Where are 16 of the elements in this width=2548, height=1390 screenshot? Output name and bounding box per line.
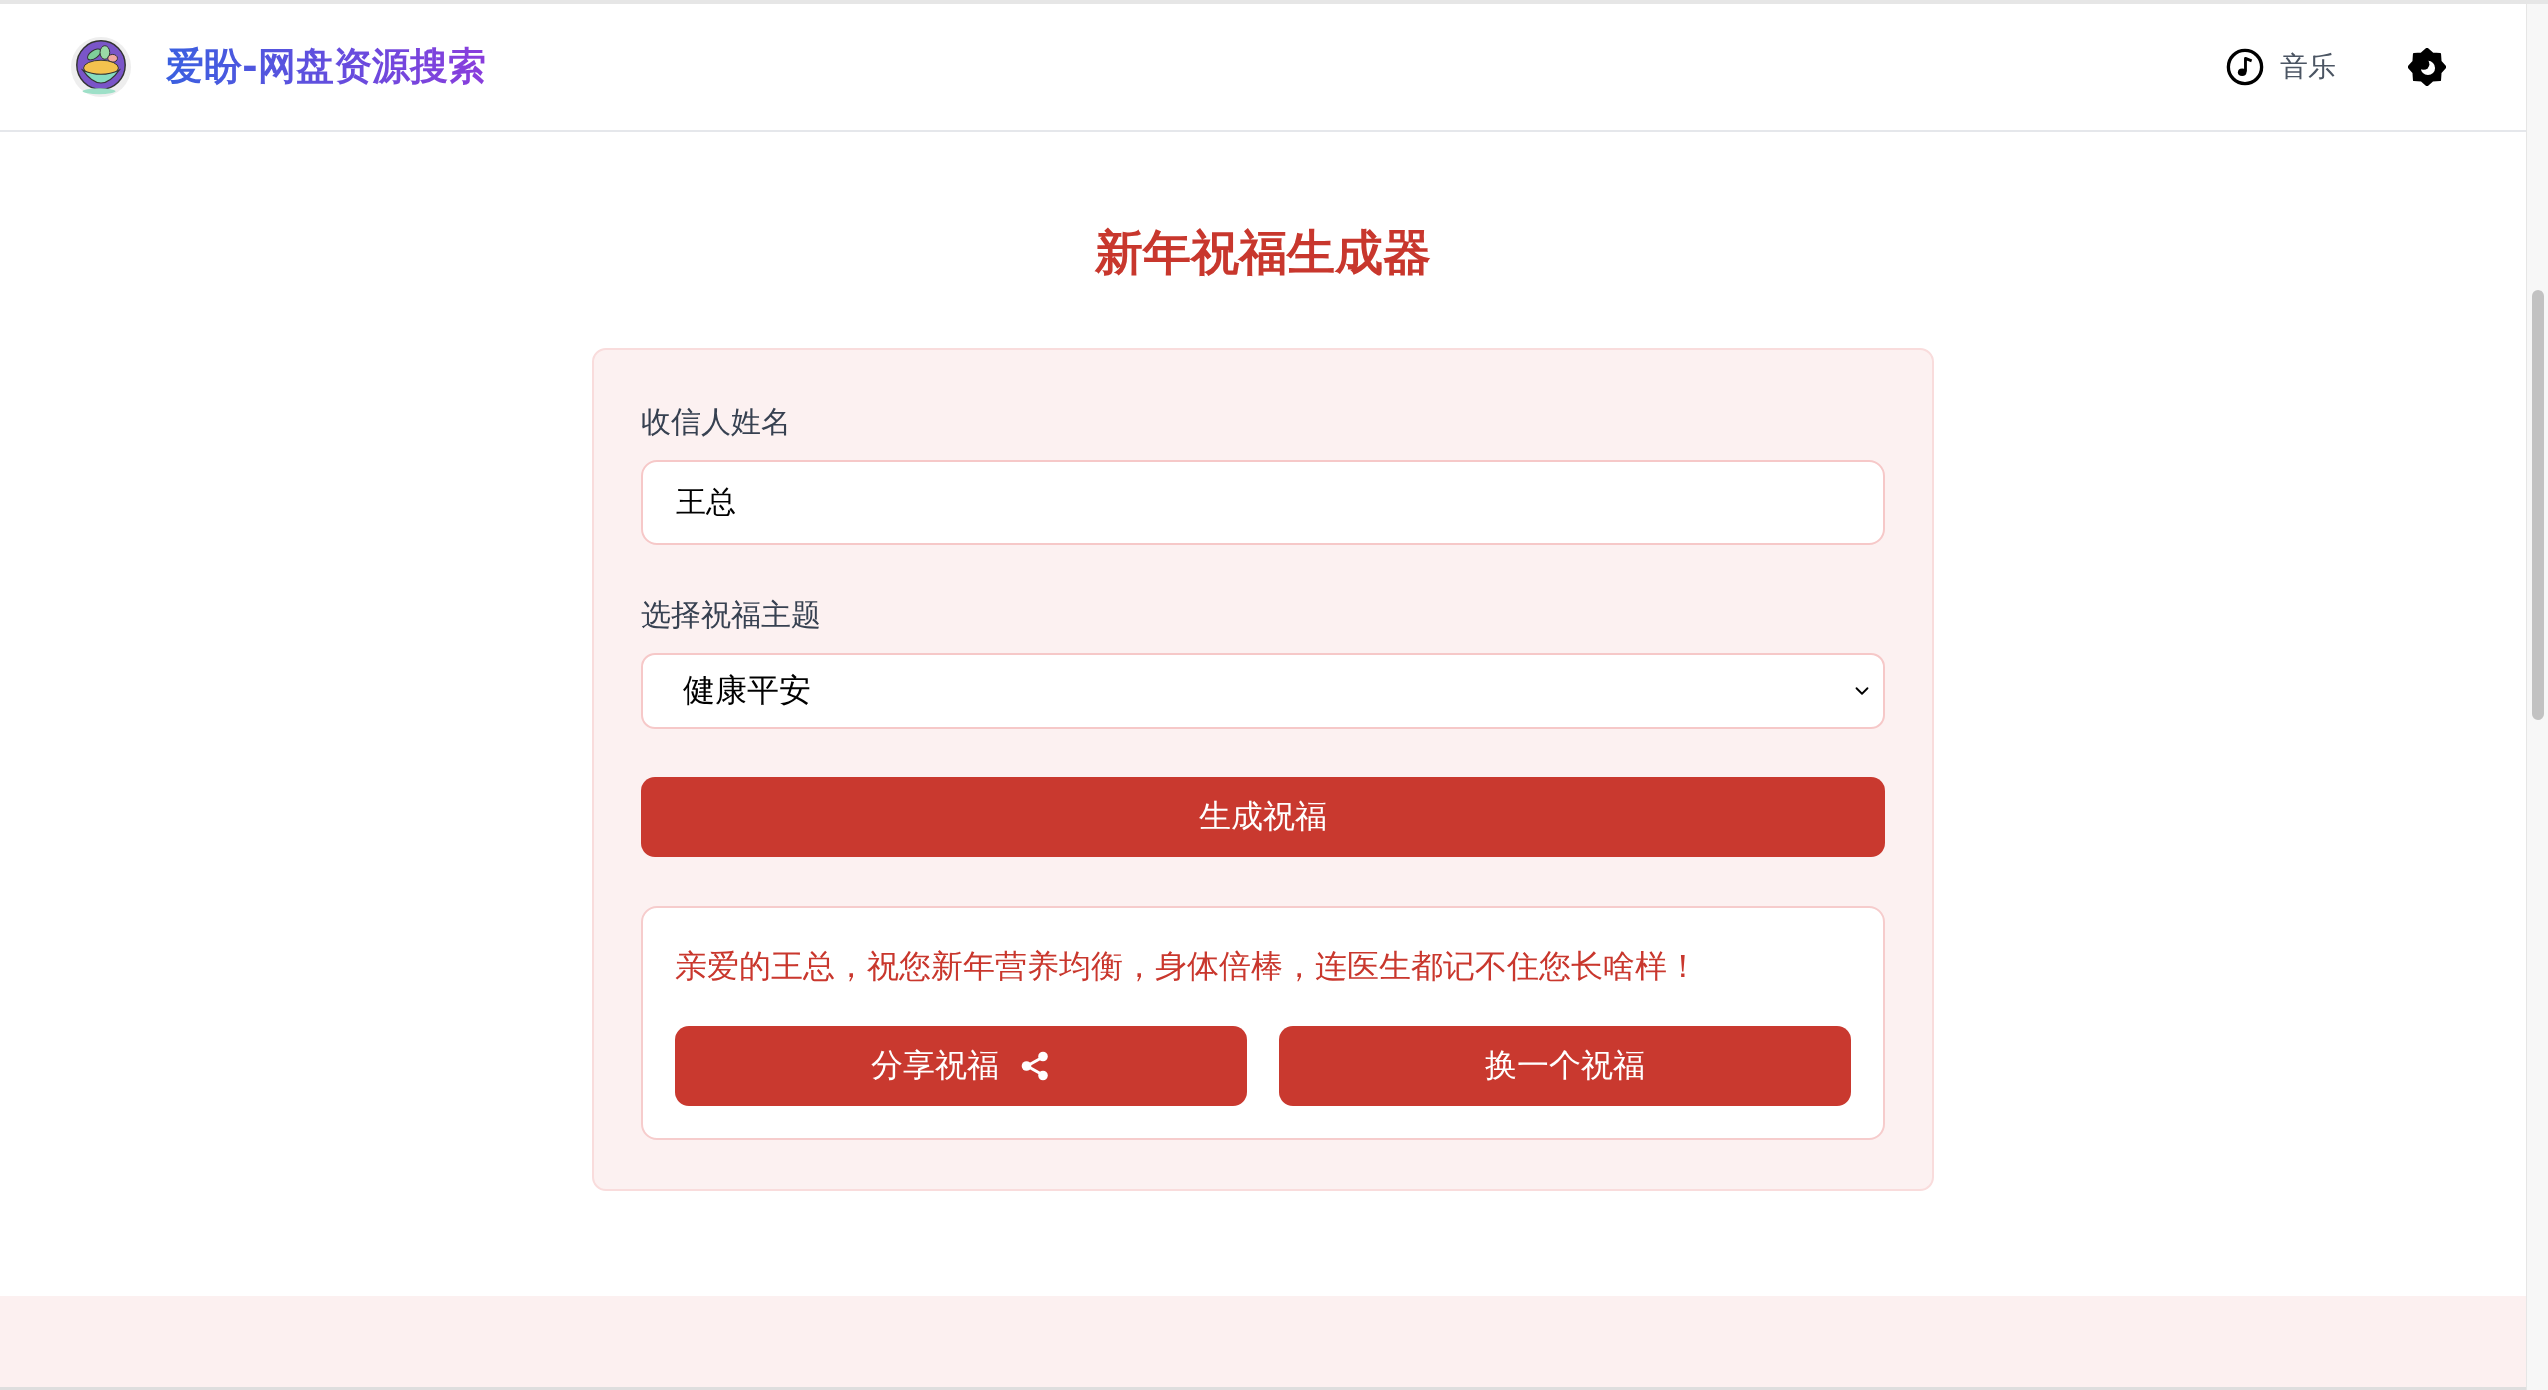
settings-icon[interactable] [2408, 48, 2446, 86]
scrollbar-thumb[interactable] [2531, 290, 2544, 720]
field-label: 收信人姓名 [641, 403, 792, 441]
theme-select[interactable]: 健康平安 [641, 653, 1885, 729]
generate-button[interactable]: 生成祝福 [641, 777, 1885, 857]
blessing-message: 亲爱的王总，祝您新年营养均衡，身体倍棒，连医生都记不住您长啥样！ [675, 946, 1700, 987]
page-heading: 新年祝福生成器 [1095, 223, 1431, 282]
name-input[interactable]: 王总 [641, 460, 1885, 545]
share-button[interactable]: 分享祝福 [675, 1026, 1247, 1106]
music-button[interactable]: 音乐 [2226, 48, 2336, 86]
another-blessing-button[interactable]: 换一个祝福 [1279, 1026, 1851, 1106]
music-note-icon [2226, 48, 2264, 86]
share-icon [1019, 1050, 1051, 1082]
field-label: 选择祝福主题 [641, 596, 822, 634]
bowl-logo-icon [70, 36, 132, 98]
scrollbar[interactable] [2526, 4, 2548, 1390]
